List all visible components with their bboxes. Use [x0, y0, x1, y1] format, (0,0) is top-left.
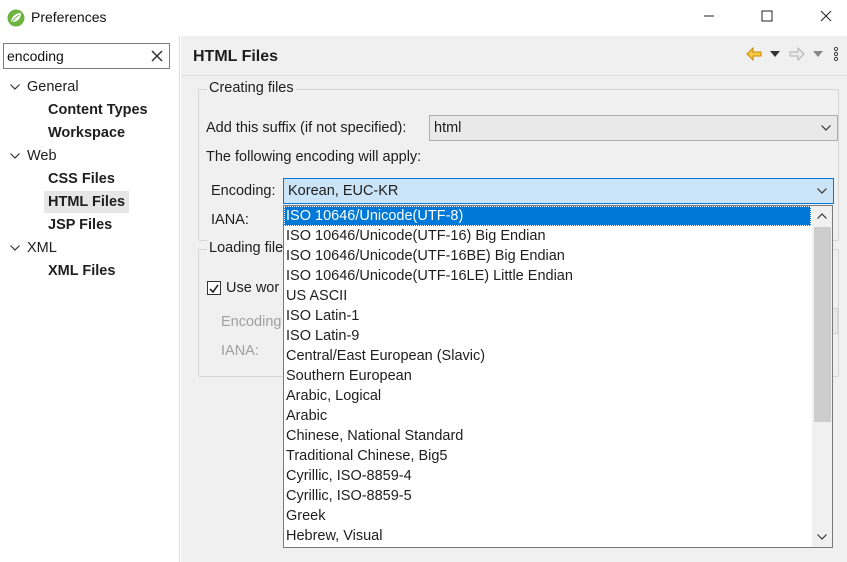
page-header: HTML Files — [181, 36, 847, 76]
suffix-combo[interactable]: html — [429, 115, 838, 141]
filter-box[interactable] — [3, 43, 170, 69]
tree-item-html-files[interactable]: HTML Files — [44, 191, 130, 213]
forward-history-dropdown[interactable] — [813, 44, 823, 64]
back-history-dropdown[interactable] — [770, 44, 780, 64]
encoding-option[interactable]: ISO 10646/Unicode(UTF-16BE) Big Endian — [284, 246, 811, 266]
suffix-label: Add this suffix (if not specified): — [206, 120, 407, 136]
view-menu-icon — [833, 46, 839, 62]
encoding-option[interactable]: ISO Latin-9 — [284, 326, 811, 346]
encoding-option[interactable]: Southern European — [284, 366, 811, 386]
encoding-option[interactable]: ISO Latin-1 — [284, 306, 811, 326]
back-button[interactable] — [746, 44, 762, 64]
loading-iana-label: IANA: — [221, 343, 259, 359]
scroll-down-button[interactable] — [812, 527, 832, 547]
minimize-button[interactable] — [681, 0, 737, 32]
tree-item-css-files[interactable]: CSS Files — [48, 168, 115, 190]
encoding-note: The following encoding will apply: — [206, 149, 422, 165]
use-workspace-encoding-checkbox[interactable] — [207, 281, 221, 295]
tree-item-workspace[interactable]: Workspace — [48, 122, 125, 144]
tree-item-label: XML Files — [48, 263, 116, 279]
eclipse-spring-leaf-icon — [7, 9, 25, 27]
chevron-up-icon — [817, 213, 827, 219]
encoding-option[interactable]: Arabic — [284, 406, 811, 426]
window-title: Preferences — [31, 9, 107, 25]
iana-label: IANA: — [211, 212, 249, 228]
encoding-option[interactable]: Cyrillic, ISO-8859-4 — [284, 466, 811, 486]
title-bar: Preferences — [0, 0, 847, 36]
tree-item-label: XML — [27, 240, 57, 256]
chevron-down-icon[interactable] — [7, 79, 23, 95]
tree-item-label: Web — [27, 148, 57, 164]
encoding-label: Encoding: — [211, 183, 276, 199]
encoding-option[interactable]: Cyrillic, ISO-8859-5 — [284, 486, 811, 506]
encoding-option[interactable]: Chinese, National Standard — [284, 426, 811, 446]
back-arrow-icon — [746, 47, 762, 61]
tree-item-xml-files[interactable]: XML Files — [48, 260, 115, 282]
group-title: Loading file — [207, 240, 286, 256]
encoding-option[interactable]: Greek — [284, 506, 811, 526]
tree-item-content-types[interactable]: Content Types — [48, 99, 148, 121]
close-icon — [820, 10, 832, 22]
encoding-options: ISO 10646/Unicode(UTF-8) ISO 10646/Unicod… — [284, 206, 811, 546]
encoding-option[interactable]: ISO 10646/Unicode(UTF-16LE) Little Endia… — [284, 266, 811, 286]
maximize-button[interactable] — [739, 0, 795, 32]
checkmark-icon — [209, 284, 219, 294]
encoding-combo[interactable]: Korean, EUC-KR — [283, 178, 834, 204]
loading-encoding-label: Encoding — [221, 314, 282, 330]
group-title: Creating files — [207, 80, 296, 96]
view-menu-button[interactable] — [833, 44, 839, 64]
encoding-dropdown-list[interactable]: ISO 10646/Unicode(UTF-8) ISO 10646/Unicod… — [283, 205, 833, 548]
tree-item-label: JSP Files — [48, 217, 113, 233]
filter-input[interactable] — [7, 47, 147, 65]
chevron-down-icon — [813, 51, 823, 57]
chevron-down-icon — [817, 188, 827, 194]
use-workspace-encoding-label: Use wor — [226, 280, 280, 296]
chevron-down-icon — [817, 534, 827, 540]
page-title: HTML Files — [193, 48, 279, 65]
encoding-option[interactable]: Traditional Chinese, Big5 — [284, 446, 811, 466]
forward-arrow-icon — [789, 47, 805, 61]
scroll-up-button[interactable] — [812, 206, 832, 226]
suffix-value: html — [434, 120, 462, 136]
tree-item-web[interactable]: Web — [7, 145, 57, 167]
chevron-down-icon — [770, 51, 780, 57]
tree-item-label: Content Types — [48, 102, 148, 118]
tree-item-jsp-files[interactable]: JSP Files — [48, 214, 112, 236]
encoding-option[interactable]: Arabic, Logical — [284, 386, 811, 406]
close-button[interactable] — [798, 0, 847, 32]
tree-item-label: CSS Files — [48, 171, 115, 187]
chevron-down-icon[interactable] — [7, 148, 23, 164]
tree-item-xml[interactable]: XML — [7, 237, 57, 259]
scrollbar-thumb[interactable] — [814, 227, 831, 422]
encoding-option[interactable]: ISO 10646/Unicode(UTF-16) Big Endian — [284, 226, 811, 246]
tree-item-label: HTML Files — [48, 194, 126, 210]
tree-item-general[interactable]: General — [7, 76, 79, 98]
encoding-value: Korean, EUC-KR — [288, 183, 399, 199]
tree-item-label: General — [27, 79, 79, 95]
maximize-icon — [761, 10, 773, 22]
encoding-option[interactable]: Hebrew, Visual — [284, 526, 811, 546]
encoding-option[interactable]: US ASCII — [284, 286, 811, 306]
forward-button[interactable] — [789, 44, 805, 64]
clear-x-icon[interactable] — [150, 49, 164, 63]
chevron-down-icon — [821, 125, 831, 131]
minimize-icon — [704, 15, 714, 17]
tree-item-label: Workspace — [48, 125, 126, 141]
encoding-option[interactable]: Central/East European (Slavic) — [284, 346, 811, 366]
dropdown-scrollbar[interactable] — [812, 206, 832, 547]
preferences-navigation-pane: General Content Types Workspace Web CSS … — [0, 36, 180, 562]
encoding-option[interactable]: ISO 10646/Unicode(UTF-8) — [284, 206, 811, 226]
chevron-down-icon[interactable] — [7, 240, 23, 256]
